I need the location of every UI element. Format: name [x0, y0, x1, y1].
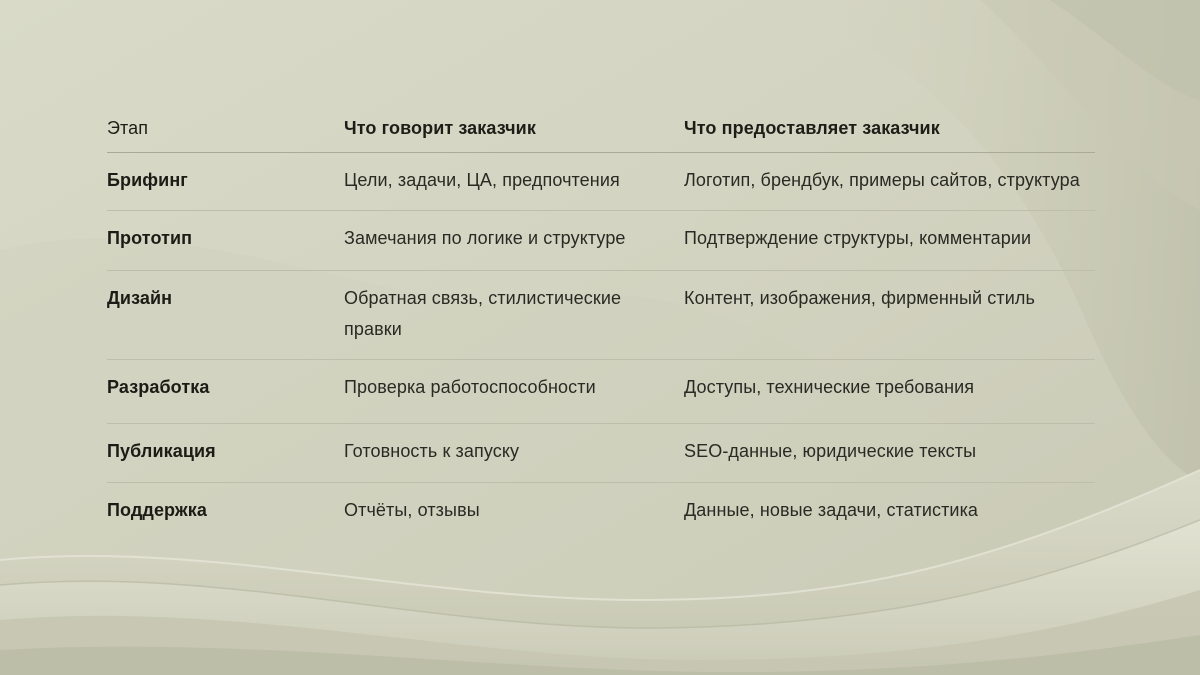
stage-cell: Брифинг	[107, 152, 344, 211]
client-provides-cell: Логотип, брендбук, примеры сайтов, струк…	[684, 152, 1095, 211]
table-row: Брифинг Цели, задачи, ЦА, предпочтения Л…	[107, 152, 1095, 211]
client-says-cell: Отчёты, отзывы	[344, 499, 480, 520]
table-row: Публикация Готовность к запуску SEO-данн…	[107, 423, 1095, 483]
stage-cell: Поддержка	[107, 499, 207, 520]
client-says-cell: Готовность к запуску	[344, 423, 684, 483]
client-provides-cell: Доступы, технические требования	[684, 359, 1095, 424]
stage-cell: Дизайн	[107, 270, 344, 360]
table-row: Прототип Замечания по логике и структуре…	[107, 210, 1095, 271]
client-provides-cell: SEO-данные, юридические тексты	[684, 423, 1095, 483]
client-says-cell: Проверка работоспособности	[344, 359, 684, 424]
table-row: Разработка Проверка работоспособности До…	[107, 359, 1095, 424]
client-says-cell: Замечания по логике и структуре	[344, 210, 684, 271]
stage-cell: Прототип	[107, 210, 344, 271]
stage-cell: Публикация	[107, 423, 344, 483]
header-client-provides: Что предоставляет заказчик	[684, 104, 1095, 153]
stages-table: Этап Что говорит заказчик Что предоставл…	[107, 104, 1095, 542]
client-says-cell: Цели, задачи, ЦА, предпочтения	[344, 152, 684, 211]
client-provides-cell: Подтверждение структуры, комментарии	[684, 210, 1095, 271]
header-client-says: Что говорит заказчик	[344, 104, 684, 153]
table-row: Поддержка Отчёты, отзывы Данные, новые з…	[107, 482, 1095, 542]
stage-cell: Разработка	[107, 359, 344, 424]
slide: Этап Что говорит заказчик Что предоставл…	[0, 0, 1200, 675]
client-says-cell: Обратная связь, стилистические правки	[344, 270, 684, 360]
header-stage: Этап	[107, 104, 344, 153]
table-row: Дизайн Обратная связь, стилистические пр…	[107, 270, 1095, 360]
client-provides-cell: Данные, новые задачи, статистика	[684, 499, 979, 520]
client-provides-cell: Контент, изображения, фирменный стиль	[684, 270, 1095, 360]
table-header-row: Этап Что говорит заказчик Что предоставл…	[107, 104, 1095, 153]
